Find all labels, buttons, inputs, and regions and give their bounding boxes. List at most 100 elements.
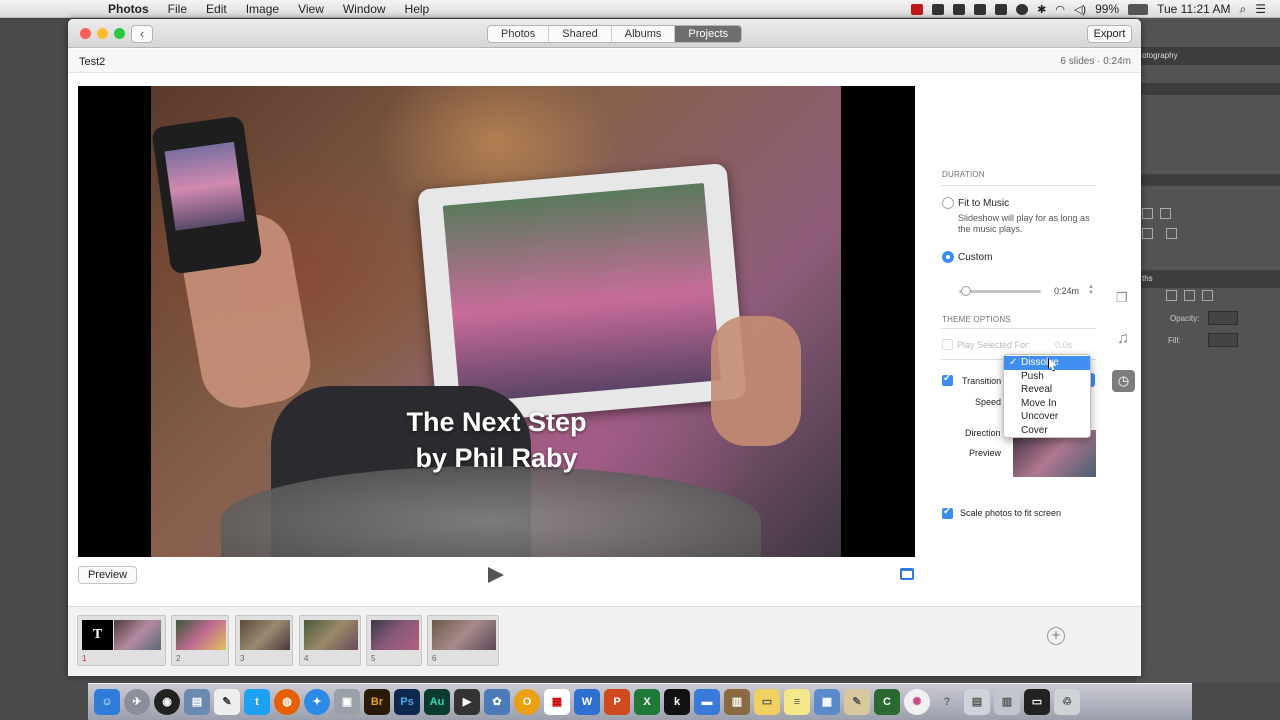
opacity-field[interactable] (1208, 311, 1238, 325)
record-status-icon[interactable] (911, 3, 924, 15)
notes-icon[interactable]: ≡ (784, 689, 810, 715)
style-icon[interactable] (1142, 228, 1153, 239)
zoom-window-button[interactable] (114, 28, 125, 39)
music-icon[interactable]: ♫ (1117, 330, 1129, 348)
sync-icon[interactable] (953, 3, 966, 15)
spotlight-icon[interactable]: ⌕ (1240, 2, 1247, 17)
back-button[interactable]: ‹ (131, 25, 153, 43)
excel-icon[interactable]: X (634, 689, 660, 715)
battery-percent[interactable]: 99% (1095, 2, 1119, 16)
finder-icon[interactable]: ☺ (94, 689, 120, 715)
filter-icon[interactable] (1160, 208, 1171, 219)
filmstrip-slide[interactable]: 2 (171, 615, 229, 666)
stickies-icon[interactable]: ▭ (754, 689, 780, 715)
twitter-icon[interactable]: t (244, 689, 270, 715)
color-picker-icon[interactable]: ✺ (904, 689, 930, 715)
preview-app-icon[interactable]: ▤ (184, 689, 210, 715)
audition-icon[interactable]: Au (424, 689, 450, 715)
workspace-tab[interactable]: otography (1136, 47, 1280, 65)
clock[interactable]: Tue 11:21 AM (1157, 2, 1230, 16)
dashboard-icon[interactable]: ◉ (154, 689, 180, 715)
help-icon[interactable]: ? (934, 689, 960, 715)
duration-slider[interactable] (959, 290, 1041, 293)
filmstrip-slide[interactable]: 5 (366, 615, 422, 666)
outlook-icon[interactable]: O (514, 689, 540, 715)
custom-duration-radio[interactable] (942, 251, 954, 263)
powerpoint-icon[interactable]: P (604, 689, 630, 715)
export-button[interactable]: Export (1087, 25, 1132, 43)
scale-photos-checkbox[interactable] (942, 506, 953, 519)
transition-option-reveal[interactable]: Reveal (1004, 383, 1090, 397)
menu-help[interactable]: Help (405, 2, 430, 16)
notebook-icon[interactable]: ▥ (724, 689, 750, 715)
filmstrip-slide[interactable]: 3 (235, 615, 293, 666)
transition-checkbox[interactable] (942, 373, 953, 386)
slide-title-text[interactable]: The Next Step by Phil Raby (78, 404, 915, 476)
filmstrip-slide[interactable]: T 1 (77, 615, 166, 666)
creative-cloud-icon[interactable] (974, 3, 987, 15)
tab-photos[interactable]: Photos (488, 26, 550, 42)
firefox-icon[interactable]: ◍ (274, 689, 300, 715)
word-icon[interactable]: W (574, 689, 600, 715)
final-cut-icon[interactable]: ▶ (454, 689, 480, 715)
menu-window[interactable]: Window (343, 2, 386, 16)
duration-stepper[interactable]: ▲ ▼ (1088, 284, 1094, 297)
preview-button[interactable]: Preview (78, 566, 137, 584)
menu-view[interactable]: View (298, 2, 324, 16)
notification-center-icon[interactable]: ☰ (1255, 2, 1266, 16)
photoshop-icon[interactable]: Ps (394, 689, 420, 715)
menu-file[interactable]: File (168, 2, 187, 16)
tab-albums[interactable]: Albums (612, 26, 676, 42)
close-window-button[interactable] (80, 28, 91, 39)
photos-app-icon[interactable]: ✿ (484, 689, 510, 715)
kindle-icon[interactable]: k (664, 689, 690, 715)
fit-to-music-radio[interactable] (942, 197, 954, 209)
image-capture-icon[interactable]: ▣ (334, 689, 360, 715)
app-menu[interactable]: Photos (108, 2, 149, 16)
play-icon[interactable] (488, 567, 504, 583)
battery-icon[interactable] (1128, 3, 1149, 15)
adjustment-icon[interactable] (1142, 208, 1153, 219)
volume-icon[interactable]: ◁) (1074, 3, 1086, 16)
evernote-icon[interactable] (995, 3, 1008, 15)
script-editor-icon[interactable]: ✎ (844, 689, 870, 715)
launchpad-icon[interactable]: ✈ (124, 689, 150, 715)
screen-recording-icon[interactable]: ▭ (1024, 689, 1050, 715)
documents-stack-icon[interactable]: ▥ (994, 689, 1020, 715)
duration-timer-icon[interactable]: ◷ (1112, 370, 1135, 392)
tab-shared[interactable]: Shared (549, 26, 612, 42)
transform-icon[interactable] (1184, 290, 1195, 301)
photo-booth-icon[interactable]: ▩ (814, 689, 840, 715)
filmstrip-slide[interactable]: 4 (299, 615, 361, 666)
type-icon[interactable] (1166, 290, 1177, 301)
dropbox-icon[interactable] (932, 3, 945, 15)
safari-icon[interactable]: ✦ (304, 689, 330, 715)
paths-tab[interactable]: ths (1136, 270, 1280, 288)
menu-image[interactable]: Image (246, 2, 279, 16)
keynote-icon[interactable]: ▬ (694, 689, 720, 715)
transition-option-cover[interactable]: Cover (1004, 424, 1090, 438)
textedit-icon[interactable]: ✎ (214, 689, 240, 715)
loop-icon[interactable] (900, 568, 914, 580)
lock-icon[interactable] (1202, 290, 1213, 301)
grid-icon[interactable] (1166, 228, 1177, 239)
camtasia-icon[interactable]: C (874, 689, 900, 715)
add-slide-button[interactable]: + (1047, 627, 1065, 645)
downloads-stack-icon[interactable]: ▤ (964, 689, 990, 715)
bluetooth-icon[interactable]: ✱ (1037, 3, 1046, 16)
play-selected-checkbox[interactable] (942, 339, 953, 350)
time-machine-icon[interactable] (1016, 3, 1029, 15)
transition-option-uncover[interactable]: Uncover (1004, 410, 1090, 424)
bridge-icon[interactable]: Br (364, 689, 390, 715)
calendar-icon[interactable]: ▦ (544, 689, 570, 715)
tab-projects[interactable]: Projects (675, 26, 742, 42)
slideshow-canvas[interactable]: The Next Step by Phil Raby (78, 86, 915, 557)
duration-slider-handle[interactable] (960, 286, 971, 296)
fill-field[interactable] (1208, 333, 1238, 347)
transition-option-dissolve[interactable]: Dissolve (1004, 356, 1090, 370)
trash-icon[interactable]: ♲ (1054, 689, 1080, 715)
theme-icon[interactable]: ❐ (1116, 290, 1128, 306)
minimize-window-button[interactable] (97, 28, 108, 39)
filmstrip-slide[interactable]: 6 (427, 615, 499, 666)
transition-option-move-in[interactable]: Move In (1004, 397, 1090, 411)
